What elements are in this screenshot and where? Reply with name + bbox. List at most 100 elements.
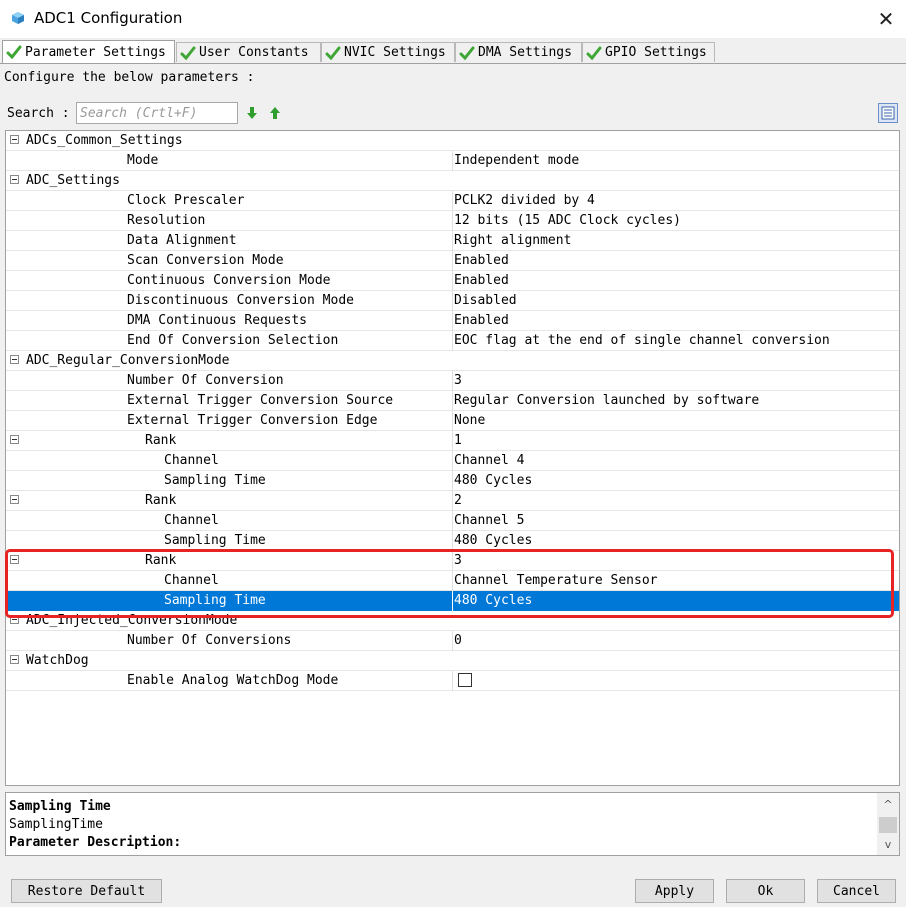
close-button[interactable]: ✕ xyxy=(870,4,902,34)
collapse-icon[interactable] xyxy=(10,435,19,444)
param-value[interactable]: Channel Temperature Sensor xyxy=(454,573,658,588)
tree-row[interactable]: Number Of Conversions 0 xyxy=(6,631,899,651)
tree-row[interactable]: Sampling Time 480 Cycles xyxy=(6,591,899,611)
tree-group-row[interactable]: WatchDog xyxy=(6,651,899,671)
param-name: ADC_Settings xyxy=(26,173,120,188)
param-value[interactable]: Enabled xyxy=(454,273,509,288)
param-value[interactable]: 3 xyxy=(454,553,462,568)
window-title: ADC1 Configuration xyxy=(34,9,183,27)
tree-row[interactable]: Enable Analog WatchDog Mode xyxy=(6,671,899,691)
param-value[interactable]: Disabled xyxy=(454,293,517,308)
param-value[interactable]: 1 xyxy=(454,433,462,448)
tree-row[interactable]: Resolution 12 bits (15 ADC Clock cycles) xyxy=(6,211,899,231)
tree-row[interactable]: Discontinuous Conversion Mode Disabled xyxy=(6,291,899,311)
grid-view-button[interactable] xyxy=(878,103,898,123)
tree-group-row[interactable]: ADC_Injected_ConversionMode xyxy=(6,611,899,631)
tree-row[interactable]: Channel Channel 4 xyxy=(6,451,899,471)
ok-button[interactable]: Ok xyxy=(726,879,805,903)
check-icon xyxy=(586,46,602,60)
column-divider xyxy=(452,451,453,471)
column-divider xyxy=(452,211,453,231)
close-icon: ✕ xyxy=(877,7,895,31)
param-value[interactable]: 2 xyxy=(454,493,462,508)
tab-user-constants[interactable]: User Constants xyxy=(176,42,321,62)
tab-dma-settings[interactable]: DMA Settings xyxy=(455,42,582,62)
collapse-icon[interactable] xyxy=(10,655,19,664)
tree-row[interactable]: Rank 1 xyxy=(6,431,899,451)
column-divider xyxy=(452,371,453,391)
param-value[interactable]: 480 Cycles xyxy=(454,473,532,488)
tree-group-row[interactable]: ADCs_Common_Settings xyxy=(6,131,899,151)
arrow-up-icon[interactable] xyxy=(268,106,282,120)
tree-row[interactable]: Scan Conversion Mode Enabled xyxy=(6,251,899,271)
collapse-icon[interactable] xyxy=(10,495,19,504)
param-checkbox[interactable] xyxy=(458,673,472,687)
apply-button[interactable]: Apply xyxy=(635,879,714,903)
tree-row[interactable]: Channel Channel 5 xyxy=(6,511,899,531)
tree-row[interactable]: Rank 3 xyxy=(6,551,899,571)
collapse-icon[interactable] xyxy=(10,135,19,144)
param-value[interactable]: Right alignment xyxy=(454,233,571,248)
collapse-icon[interactable] xyxy=(10,355,19,364)
tree-row[interactable]: End Of Conversion Selection EOC flag at t… xyxy=(6,331,899,351)
param-value[interactable]: Regular Conversion launched by software xyxy=(454,393,759,408)
param-value[interactable]: 12 bits (15 ADC Clock cycles) xyxy=(454,213,681,228)
tree-row[interactable]: External Trigger Conversion Source Regula… xyxy=(6,391,899,411)
list-view-icon xyxy=(881,106,895,120)
param-value[interactable]: 3 xyxy=(454,373,462,388)
param-value[interactable]: Enabled xyxy=(454,313,509,328)
collapse-icon[interactable] xyxy=(10,615,19,624)
param-name: Channel xyxy=(164,453,219,468)
tree-row[interactable]: DMA Continuous Requests Enabled xyxy=(6,311,899,331)
param-value[interactable]: 480 Cycles xyxy=(454,533,532,548)
param-value[interactable]: None xyxy=(454,413,485,428)
description-section-label: Parameter Description: xyxy=(9,835,182,850)
tab-nvic-settings[interactable]: NVIC Settings xyxy=(321,42,455,62)
tree-row[interactable]: Clock Prescaler PCLK2 divided by 4 xyxy=(6,191,899,211)
arrow-down-icon[interactable] xyxy=(245,106,259,120)
param-name: Rank xyxy=(145,433,177,448)
param-value[interactable]: 0 xyxy=(454,633,462,648)
tree-group-row[interactable]: ADC_Settings xyxy=(6,171,899,191)
tree-group-row[interactable]: ADC_Regular_ConversionMode xyxy=(6,351,899,371)
param-value[interactable]: Independent mode xyxy=(454,153,579,168)
param-value[interactable]: Channel 4 xyxy=(454,453,524,468)
tab-label: User Constants xyxy=(199,45,309,60)
param-name: Rank xyxy=(145,553,177,568)
param-name: Sampling Time xyxy=(164,533,266,548)
column-divider xyxy=(452,151,453,171)
tree-row[interactable]: Sampling Time 480 Cycles xyxy=(6,531,899,551)
scroll-down-icon[interactable]: v xyxy=(882,839,894,851)
param-value[interactable]: Channel 5 xyxy=(454,513,524,528)
scroll-up-icon[interactable]: ^ xyxy=(882,799,894,811)
tree-row[interactable]: Continuous Conversion Mode Enabled xyxy=(6,271,899,291)
param-name: End Of Conversion Selection xyxy=(127,333,339,348)
check-icon xyxy=(6,45,22,60)
tree-row[interactable]: Rank 2 xyxy=(6,491,899,511)
tree-row[interactable]: Data Alignment Right alignment xyxy=(6,231,899,251)
tree-row[interactable]: Number Of Conversion 3 xyxy=(6,371,899,391)
column-divider xyxy=(452,331,453,351)
tree-row[interactable]: Sampling Time 480 Cycles xyxy=(6,471,899,491)
param-name: DMA Continuous Requests xyxy=(127,313,308,328)
tab-gpio-settings[interactable]: GPIO Settings xyxy=(582,42,715,62)
param-value[interactable]: EOC flag at the end of single channel co… xyxy=(454,333,830,348)
tree-row[interactable]: Mode Independent mode xyxy=(6,151,899,171)
tree-row[interactable]: External Trigger Conversion Edge None xyxy=(6,411,899,431)
tree-row[interactable]: Channel Channel Temperature Sensor xyxy=(6,571,899,591)
search-input[interactable] xyxy=(76,102,238,124)
param-value[interactable]: PCLK2 divided by 4 xyxy=(454,193,595,208)
param-value[interactable]: Enabled xyxy=(454,253,509,268)
collapse-icon[interactable] xyxy=(10,555,19,564)
param-name: Continuous Conversion Mode xyxy=(127,273,331,288)
column-divider xyxy=(452,391,453,411)
restore-default-button[interactable]: Restore Default xyxy=(11,879,162,903)
collapse-icon[interactable] xyxy=(10,175,19,184)
description-scrollbar[interactable]: ^ v xyxy=(877,793,899,855)
scroll-thumb[interactable] xyxy=(879,817,897,833)
column-divider xyxy=(452,231,453,251)
column-divider xyxy=(452,291,453,311)
cancel-button[interactable]: Cancel xyxy=(817,879,896,903)
param-value[interactable]: 480 Cycles xyxy=(454,593,532,608)
tab-parameter-settings[interactable]: Parameter Settings xyxy=(2,40,175,63)
